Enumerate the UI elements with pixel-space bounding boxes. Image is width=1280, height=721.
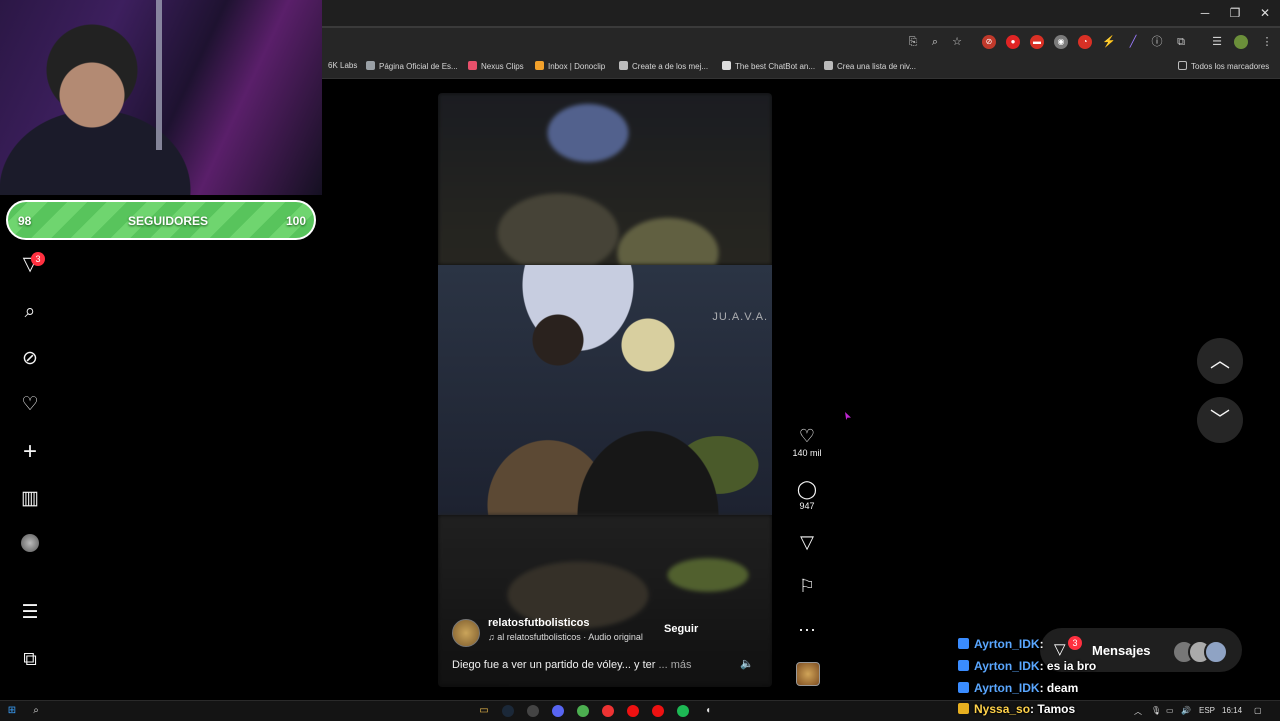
reading-list-icon[interactable]: ☰ (1210, 35, 1224, 49)
audio-app-icon[interactable]: ◖ (702, 705, 714, 717)
comment-action[interactable]: ◯ 947 (790, 479, 824, 511)
bookmark-star-icon[interactable]: ☆ (950, 35, 964, 49)
avatar (1204, 640, 1228, 664)
extensions-puzzle-icon[interactable]: ⧉ (1174, 35, 1188, 49)
chat-message: Ayrton_IDK: deam (958, 681, 1078, 695)
audio-thumbnail[interactable] (796, 662, 820, 686)
author-username[interactable]: relatosfutbolisticos (488, 617, 589, 629)
mute-icon[interactable]: 🔈 (740, 657, 754, 670)
next-reel-button[interactable]: ﹀ (1197, 397, 1243, 443)
volume-icon[interactable]: 🔊 (1181, 706, 1191, 715)
comment-icon: ◯ (796, 479, 818, 499)
app-icon[interactable] (652, 705, 664, 717)
extension-icon[interactable]: ◉ (1054, 35, 1068, 49)
author-avatar[interactable] (452, 619, 480, 647)
notification-badge: 3 (31, 252, 45, 266)
dashboard-icon[interactable]: ▥ (19, 488, 41, 510)
language-indicator[interactable]: ESP (1199, 706, 1215, 715)
browser-toolbar: ⎘ ⌕ ☆ ⊘ ● ▬ ◉ ◔ ⚡ ╱ ⓘ ⧉ ☰ ⋮ (322, 28, 1280, 56)
chevron-up-icon: ︿ (1210, 350, 1230, 372)
all-bookmarks-folder[interactable]: Todos los marcadores (1178, 61, 1269, 71)
spotify-icon[interactable] (677, 705, 689, 717)
follow-button[interactable]: Seguir (664, 623, 698, 635)
info-icon[interactable]: ⓘ (1150, 35, 1164, 49)
bookmarks-bar: 6K Labs Página Oficial de Es... Nexus Cl… (322, 56, 1280, 79)
reel-video[interactable]: JU.A.V.A. relatosfutbolisticos ♫ al rela… (438, 93, 772, 687)
chat-message: Ayrton_IDK: (958, 637, 1044, 651)
network-icon[interactable]: ▭ (1166, 706, 1174, 715)
streamer-webcam (0, 0, 322, 195)
clock[interactable]: 16:14 (1222, 706, 1242, 715)
extension-icon[interactable]: ● (1006, 35, 1020, 49)
steam-icon[interactable] (502, 705, 514, 717)
microphone-icon[interactable]: 🎙 (1151, 706, 1161, 715)
heart-icon: ♡ (798, 426, 816, 446)
browser-titlebar: ─ ❐ ✕ (322, 0, 1280, 28)
more-options-icon[interactable]: ⋯ (790, 620, 824, 640)
like-count: 140 mil (792, 448, 822, 458)
windows-start-icon[interactable]: ⊞ (6, 705, 18, 717)
maximize-button[interactable]: ❐ (1228, 6, 1242, 20)
bookmark-item[interactable]: Nexus Clips (468, 61, 524, 71)
like-action[interactable]: ♡ 140 mil (790, 426, 824, 458)
search-icon[interactable]: ⌕ (19, 301, 41, 323)
previous-reel-button[interactable]: ︿ (1197, 338, 1243, 384)
bookmark-item[interactable]: The best ChatBot an... (722, 61, 815, 71)
close-button[interactable]: ✕ (1258, 6, 1272, 20)
mouse-cursor (845, 412, 851, 420)
discord-icon[interactable] (552, 705, 564, 717)
reel-caption[interactable]: Diego fue a ver un partido de vóley... y… (452, 659, 692, 671)
explore-compass-icon[interactable]: ⊘ (19, 348, 41, 370)
profile-avatar-icon[interactable] (1234, 35, 1248, 49)
bookmark-item[interactable]: Inbox | Donoclip (535, 61, 605, 71)
save-bookmark-icon[interactable]: ⚐ (790, 576, 824, 596)
bookmark-item[interactable]: 6K Labs (328, 61, 357, 70)
app-icon[interactable] (627, 705, 639, 717)
chat-message: Ayrton_IDK: es ia bro (958, 659, 1096, 673)
extension-icon[interactable]: ⚡ (1102, 35, 1116, 49)
follower-goal-label: SEGUIDORES (128, 214, 209, 228)
search-icon[interactable]: ⌕ (30, 705, 42, 717)
chevron-down-icon: ﹀ (1210, 409, 1230, 431)
follower-target: 100 (285, 214, 306, 228)
chrome-icon[interactable] (577, 705, 589, 717)
more-link: ... más (658, 659, 692, 671)
file-explorer-icon[interactable]: ▭ (478, 705, 490, 717)
minimize-button[interactable]: ─ (1198, 6, 1212, 20)
heart-icon[interactable]: ♡ (19, 394, 41, 416)
audio-label[interactable]: ♫ al relatosfutbolisticos · Audio origin… (488, 632, 658, 642)
reel-frame (438, 265, 772, 515)
extension-icon[interactable]: ╱ (1126, 35, 1140, 49)
follower-current: 98 (18, 214, 32, 228)
extension-icon[interactable]: ▬ (1030, 35, 1044, 49)
chat-message: Nyssa_so: Tamos (958, 702, 1075, 716)
profile-avatar[interactable] (19, 534, 41, 556)
windows-taskbar: ⊞ ⌕ ▭ ◖ ︿ 🎙 ▭ 🔊 ESP 16:14 ▢ (0, 700, 1280, 721)
app-icon[interactable] (527, 705, 539, 717)
browser-menu-icon[interactable]: ⋮ (1260, 35, 1274, 49)
extension-icon[interactable]: ◔ (1078, 35, 1092, 49)
reel-author: relatosfutbolisticos ♫ al relatosfutboli… (452, 617, 762, 647)
direct-icon: ▽ (1054, 641, 1066, 658)
follower-goal-bar: 98 SEGUIDORES 100 (6, 200, 316, 240)
bookmark-item[interactable]: Crea una lista de niv... (824, 61, 916, 71)
install-app-icon[interactable]: ⎘ (906, 35, 920, 49)
also-from-meta-icon[interactable]: ⧉ (19, 649, 41, 671)
create-plus-icon[interactable]: + (19, 440, 41, 464)
brave-icon[interactable] (602, 705, 614, 717)
tray-chevron-icon[interactable]: ︿ (1134, 706, 1142, 717)
messages-badge: 3 (1068, 636, 1082, 650)
more-menu-icon[interactable]: ☰ (19, 602, 41, 624)
extension-icon[interactable]: ⊘ (982, 35, 996, 49)
notifications-icon[interactable]: ▢ (1254, 706, 1262, 715)
bookmark-item[interactable]: Create a de los mej... (619, 61, 708, 71)
comment-count: 947 (799, 501, 815, 511)
bookmark-item[interactable]: Página Oficial de Es... (366, 61, 458, 71)
watermark-logo: JU.A.V.A. (712, 311, 768, 323)
zoom-icon[interactable]: ⌕ (928, 35, 942, 49)
share-icon[interactable]: ▽ (790, 532, 824, 552)
messages-label: Mensajes (1092, 643, 1151, 658)
